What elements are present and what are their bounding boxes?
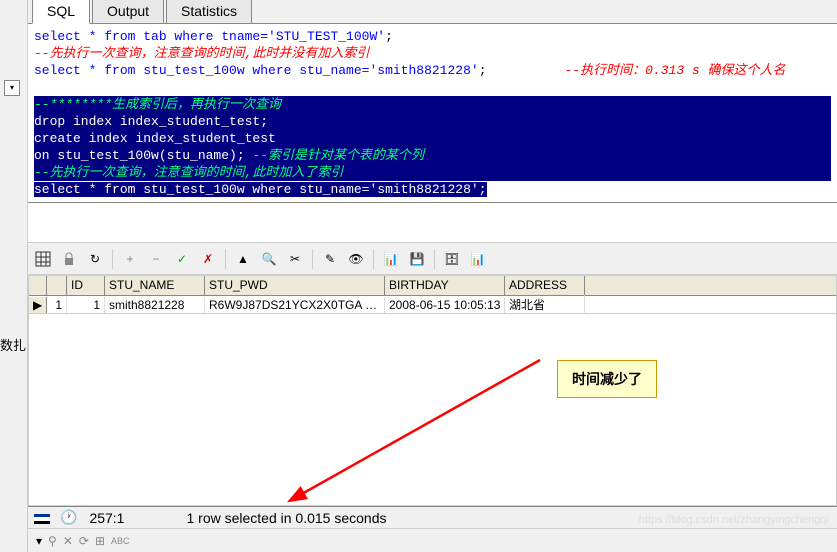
tab-statistics[interactable]: Statistics <box>166 0 252 23</box>
grid-header-row: ID STU_NAME STU_PWD BIRTHDAY ADDRESS <box>29 276 836 296</box>
tab-sql[interactable]: SQL <box>32 0 90 24</box>
watermark: https://blog.csdn.net/zhangyingchengqi <box>639 514 829 526</box>
col-stu-pwd[interactable]: STU_PWD <box>205 276 385 295</box>
tab-output[interactable]: Output <box>92 0 164 23</box>
col-address[interactable]: ADDRESS <box>505 276 585 295</box>
annotation-callout: 时间减少了 <box>557 360 657 398</box>
editor-line: select * from stu_test_100w where stu_na… <box>34 62 831 79</box>
editor-comment: --先执行一次查询，注意查询的时间,此时并没有加入索引 <box>34 45 831 62</box>
bookmark-icon[interactable]: ▲ <box>234 250 252 268</box>
clock-icon: 🕐 <box>60 509 77 526</box>
separator <box>434 249 435 269</box>
status-message: 1 row selected in 0.015 seconds <box>186 510 386 526</box>
export-icon[interactable]: 📊 <box>382 250 400 268</box>
copy-icon[interactable]: ✂ <box>286 250 304 268</box>
add-icon[interactable]: + <box>121 250 139 268</box>
separator <box>112 249 113 269</box>
separator <box>373 249 374 269</box>
chart-icon[interactable]: 📊 <box>469 250 487 268</box>
view-icon[interactable]: 👁 <box>347 250 365 268</box>
gutter-dropdown[interactable]: ▾ <box>4 80 20 96</box>
save-icon[interactable]: 💾 <box>408 250 426 268</box>
table-row[interactable]: ▶ 1 1 smith8821228 R6W9J87DS21YCX2X0TGA … <box>29 296 836 314</box>
results-grid[interactable]: ID STU_NAME STU_PWD BIRTHDAY ADDRESS ▶ 1… <box>28 275 837 506</box>
results-toolbar: ↻ + − ✓ ✗ ▲ 🔍 ✂ ✎ 👁 📊 💾 🗄 📊 <box>28 243 837 275</box>
commit-icon[interactable]: ✓ <box>173 250 191 268</box>
find-icon[interactable]: 🔍 <box>260 250 278 268</box>
tool-icon[interactable]: ▾ <box>36 534 42 548</box>
tool-icon[interactable]: ABC <box>111 536 130 546</box>
side-label: 数扎 <box>0 335 26 354</box>
cell-address: 湖北省 <box>505 295 585 314</box>
cell-rownum: 1 <box>47 297 67 313</box>
cell-stu-name: smith8821228 <box>105 297 205 313</box>
separator <box>312 249 313 269</box>
col-id[interactable]: ID <box>67 276 105 295</box>
filter-icon[interactable]: 🗄 <box>443 250 461 268</box>
tool-icon[interactable]: ⟳ <box>79 534 89 548</box>
cell-birthday: 2008-06-15 10:05:13 <box>385 297 505 313</box>
rownum-header[interactable] <box>47 276 67 295</box>
cell-stu-pwd: R6W9J87DS21YCX2X0TGA … <box>205 297 385 313</box>
separator <box>225 249 226 269</box>
cursor-position: 257:1 <box>89 510 124 526</box>
editor-blank <box>34 79 831 96</box>
bottom-toolbar: ▾ ⚲ ✕ ⟳ ⊞ ABC <box>28 528 837 552</box>
status-flag-icon <box>34 511 48 525</box>
editor-selection: --********生成索引后，再执行一次查询 drop index index… <box>34 96 831 198</box>
tool-icon[interactable]: ✕ <box>63 534 73 548</box>
editor-padding <box>28 203 837 243</box>
row-indicator: ▶ <box>29 297 47 313</box>
sql-editor[interactable]: select * from tab where tname='STU_TEST_… <box>28 24 837 203</box>
tabs-bar: SQL Output Statistics <box>28 0 837 24</box>
rollback-icon[interactable]: ✗ <box>199 250 217 268</box>
refresh-icon[interactable]: ↻ <box>86 250 104 268</box>
remove-icon[interactable]: − <box>147 250 165 268</box>
cell-id: 1 <box>67 297 105 313</box>
tool-icon[interactable]: ⚲ <box>48 534 57 548</box>
grid-icon[interactable] <box>34 250 52 268</box>
left-gutter: ▾ 数扎 <box>0 0 28 552</box>
lock-icon[interactable] <box>60 250 78 268</box>
edit-icon[interactable]: ✎ <box>321 250 339 268</box>
editor-line: select * from tab where tname='STU_TEST_… <box>34 28 831 45</box>
col-stu-name[interactable]: STU_NAME <box>105 276 205 295</box>
col-birthday[interactable]: BIRTHDAY <box>385 276 505 295</box>
tool-icon[interactable]: ⊞ <box>95 534 105 548</box>
row-indicator-header <box>29 276 47 295</box>
